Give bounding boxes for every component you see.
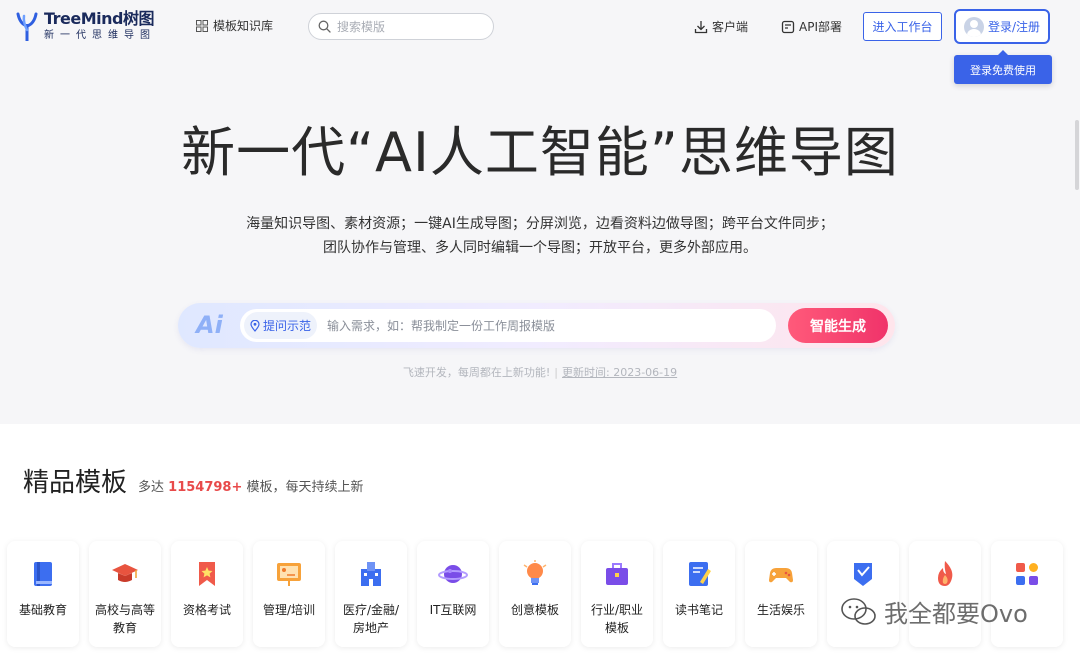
bookmark-star-icon: [199, 562, 215, 586]
location-pin-icon: [250, 319, 260, 332]
smart-generate-button[interactable]: 智能生成: [788, 308, 888, 343]
scrollbar-thumb[interactable]: [1075, 120, 1079, 190]
category-card[interactable]: 高校与高等教育: [89, 541, 161, 647]
wechat-icon: [841, 597, 876, 625]
page-scrollbar[interactable]: [1074, 0, 1080, 659]
category-card[interactable]: 生活娱乐: [745, 541, 817, 647]
category-label: 管理/培训: [262, 603, 316, 617]
badge-icon: [854, 563, 872, 586]
api-label: API部署: [799, 20, 842, 34]
ai-logo-icon: Ai: [196, 311, 223, 339]
avatar-icon: [964, 16, 984, 37]
grid-apps-icon: [1016, 563, 1038, 585]
hero-desc-line-2: 团队协作与管理、多人同时编辑一个导图；开放平台，更多外部应用。: [323, 240, 757, 256]
template-library-link[interactable]: 模板知识库: [196, 17, 273, 34]
category-label: 读书笔记: [674, 603, 723, 617]
template-count: 1154798+: [168, 480, 243, 495]
gamepad-icon: [769, 568, 793, 583]
client-label: 客户端: [712, 20, 749, 34]
category-label: 高校与高等教育: [94, 603, 155, 635]
watermark-text: 我全都要Ovo: [884, 600, 1028, 628]
template-library-label: 模板知识库: [213, 19, 274, 33]
notebook-pen-icon: [689, 562, 711, 586]
category-label: 创意模板: [510, 603, 559, 617]
ai-generate-bar: Ai 提问示范 智能生成: [178, 303, 895, 348]
search-box[interactable]: [308, 13, 494, 40]
category-label: IT互联网: [429, 603, 477, 617]
hero-title: 新一代“AI人工智能”思维导图: [181, 121, 899, 184]
category-card[interactable]: 管理/培训: [253, 541, 325, 647]
wechat-watermark: 我全都要Ovo: [840, 594, 1028, 629]
category-card[interactable]: 读书笔记: [663, 541, 735, 647]
category-label: 资格考试: [182, 603, 231, 617]
book-icon: [34, 562, 52, 586]
category-card[interactable]: 资格考试: [171, 541, 243, 647]
search-input[interactable]: [337, 19, 477, 34]
category-label: 生活娱乐: [756, 603, 805, 617]
treemind-logo[interactable]: TreeMind树图 新一代思维导图: [14, 10, 156, 42]
logo-title: TreeMind树图: [44, 9, 155, 28]
hero-desc-line-1: 海量知识导图、素材资源；一键AI生成导图；分屏浏览，边看资料边做导图；跨平台文件…: [246, 216, 834, 232]
category-label: 医疗/金融/房地产: [342, 603, 400, 635]
enter-workspace-button[interactable]: 进入工作台: [863, 12, 942, 41]
sub-prefix: 多达: [138, 480, 165, 495]
ai-prompt-input[interactable]: [327, 318, 758, 333]
prompt-example-button[interactable]: 提问示范: [244, 312, 318, 339]
presentation-board-icon: [277, 563, 301, 586]
tree-logo-icon: [16, 12, 38, 41]
lightbulb-icon: [523, 560, 547, 585]
category-card[interactable]: 基础教育: [7, 541, 79, 647]
prompt-example-label: 提问示范: [263, 319, 312, 333]
category-card[interactable]: IT互联网: [417, 541, 489, 647]
search-icon: [318, 20, 331, 33]
category-card[interactable]: 医疗/金融/房地产: [335, 541, 407, 647]
logo-subtitle: 新一代思维导图: [44, 30, 156, 41]
section-title: 精品模板: [23, 468, 128, 498]
category-card[interactable]: 创意模板: [499, 541, 571, 647]
building-icon: [361, 562, 381, 586]
sub-suffix: 模板，每天持续上新: [246, 480, 364, 495]
update-separator: |: [554, 366, 558, 379]
update-info: 飞速开发，每周都在上新功能! | 更新时间: 2023-06-19: [0, 364, 1080, 380]
category-card[interactable]: 行业/职业模板: [581, 541, 653, 647]
update-time-link[interactable]: 更新时间: 2023-06-19: [562, 366, 677, 379]
ai-input-wrapper: 提问示范: [240, 309, 776, 342]
download-icon: [694, 20, 708, 33]
briefcase-icon: [606, 563, 628, 585]
login-tooltip[interactable]: 登录免费使用: [954, 50, 1052, 84]
top-header: TreeMind树图 新一代思维导图 模板知识库 客户端 API部署: [0, 0, 1080, 84]
category-label: 基础教育: [18, 603, 67, 617]
login-register-button[interactable]: 登录/注册: [954, 9, 1050, 44]
grid-icon: [196, 19, 208, 32]
section-subtitle: 多达 1154798+ 模板，每天持续上新: [138, 476, 364, 495]
api-deploy-link[interactable]: API部署: [781, 18, 842, 35]
update-text: 飞速开发，每周都在上新功能!: [402, 366, 551, 379]
client-download-link[interactable]: 客户端: [694, 18, 748, 35]
category-label: 行业/职业模板: [590, 603, 644, 635]
flame-icon: [938, 561, 953, 586]
graduation-cap-icon: [112, 564, 138, 582]
login-label: 登录/注册: [988, 20, 1041, 34]
hero-description: 海量知识导图、素材资源；一键AI生成导图；分屏浏览，边看资料边做导图；跨平台文件…: [0, 212, 1080, 260]
planet-icon: [438, 565, 468, 583]
api-box-icon: [781, 20, 795, 33]
